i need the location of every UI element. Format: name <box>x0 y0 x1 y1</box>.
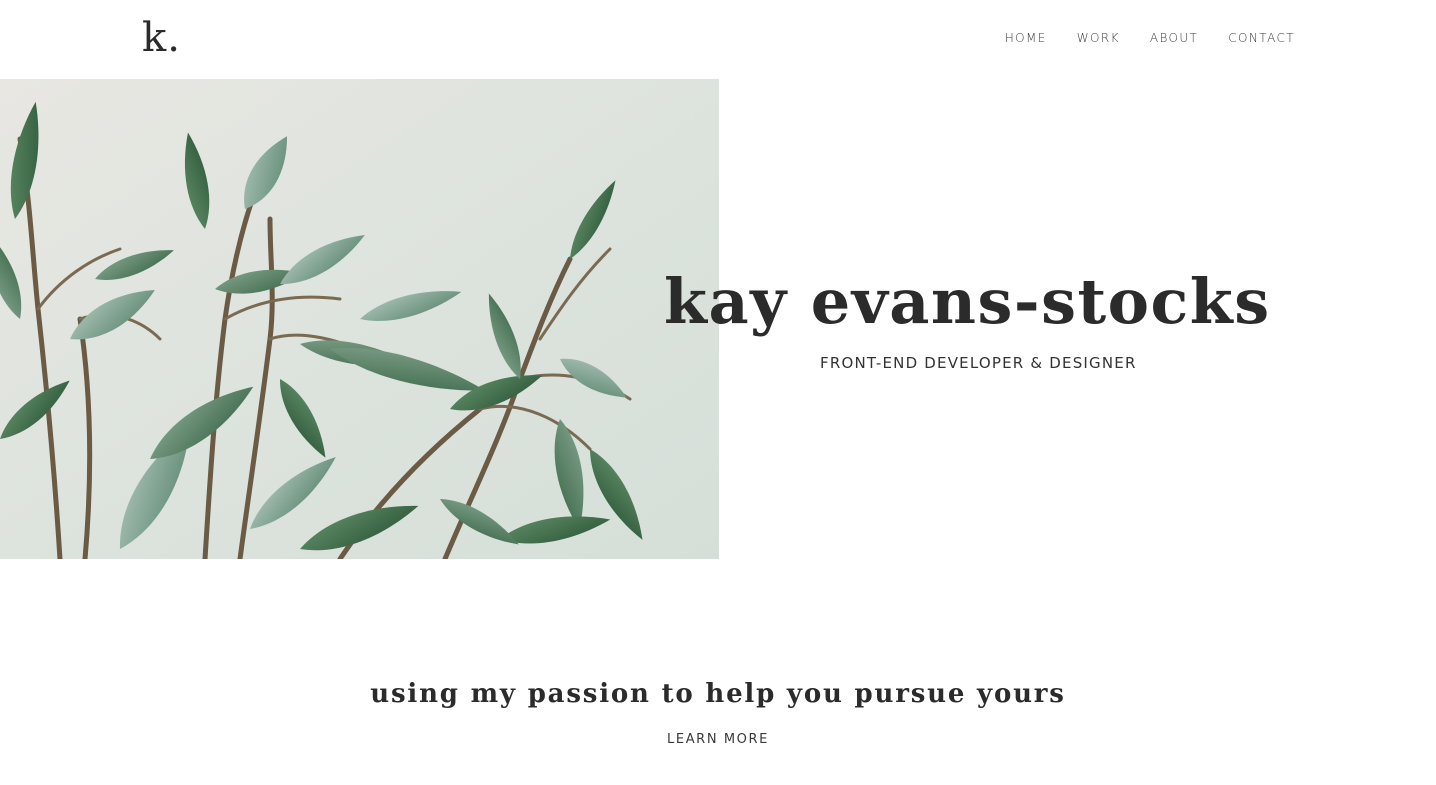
hero-subtitle: FRONT-END DEVELOPER & DESIGNER <box>820 354 1137 372</box>
nav-home-link[interactable]: HOME <box>1005 30 1047 46</box>
hero-title: kay evans-stocks <box>664 265 1271 338</box>
site-header: k. HOME WORK ABOUT CONTACT <box>0 0 1436 79</box>
nav-contact-link[interactable]: CONTACT <box>1228 30 1295 46</box>
learn-more-container: LEARN MORE <box>0 730 1436 750</box>
hero-plant-image <box>0 79 719 559</box>
site-logo[interactable]: k. <box>142 12 181 64</box>
nav-work-link[interactable]: WORK <box>1077 30 1120 46</box>
intro-tagline: using my passion to help you pursue your… <box>370 679 1066 709</box>
nav-about-link[interactable]: ABOUT <box>1150 30 1198 46</box>
learn-more-link[interactable]: LEARN MORE <box>667 732 769 747</box>
main-nav: HOME WORK ABOUT CONTACT <box>1005 30 1295 46</box>
